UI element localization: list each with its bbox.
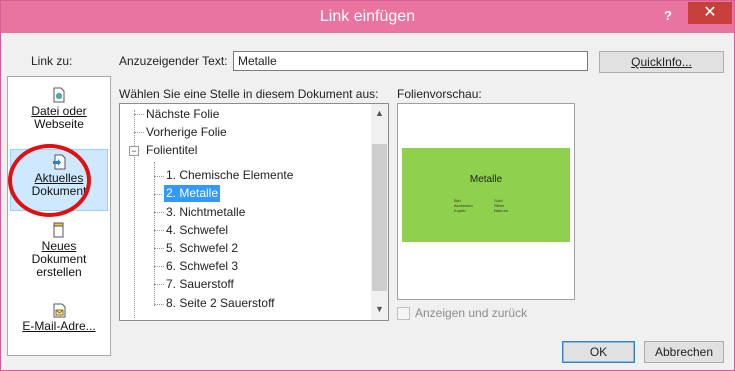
tree-item[interactable]: 1. Chemische Elemente xyxy=(166,167,293,184)
sidebar-item-label: Webseite xyxy=(34,117,84,131)
link-to-label: Link zu: xyxy=(31,54,73,68)
sidebar-item-new-document[interactable]: Neues Dokument erstellen xyxy=(10,222,108,282)
tree-item[interactable]: 6. Schwefel 3 xyxy=(166,258,238,275)
tree-item[interactable]: 3. Nichtmetalle xyxy=(166,204,245,221)
tree-item[interactable]: 5. Schwefel 2 xyxy=(166,240,238,257)
sidebar-item-email-address[interactable]: E-Mail-Adre... xyxy=(10,302,108,342)
tree-connector xyxy=(154,194,164,195)
scroll-up-icon[interactable]: ▲ xyxy=(371,108,388,122)
scrollbar-thumb[interactable] xyxy=(372,144,387,291)
tree-connector xyxy=(154,176,164,177)
cancel-button[interactable]: Abbrechen xyxy=(644,341,724,363)
tree-item-selected[interactable]: 2. Metalle xyxy=(162,184,222,203)
email-icon xyxy=(53,303,66,318)
tree-connector xyxy=(154,304,164,305)
collapse-expander[interactable]: − xyxy=(129,146,139,156)
tree-label: Wählen Sie eine Stelle in diesem Dokumen… xyxy=(119,87,379,101)
tree-item[interactable]: Vorherige Folie xyxy=(146,124,227,141)
tree-item[interactable]: 4. Schwefel xyxy=(166,222,228,239)
sidebar-item-label: E-Mail-Adre... xyxy=(22,319,96,333)
tree-connector xyxy=(134,132,144,133)
document-location-tree[interactable]: Nächste Folie Vorherige Folie − Folienti… xyxy=(119,103,389,321)
sidebar-item-label: erstellen xyxy=(36,265,82,279)
slide-bullet: Natrium xyxy=(494,208,509,213)
ok-button[interactable]: OK xyxy=(562,341,635,363)
slide-preview: Metalle Blei Aluminium Kupfer Gold Silbe… xyxy=(397,103,575,300)
tree-connector xyxy=(154,266,164,267)
close-button[interactable]: ✕ xyxy=(688,2,732,24)
slide-bullet: Kupfer xyxy=(454,208,466,213)
show-and-return-checkbox[interactable] xyxy=(397,307,410,320)
dialog-title: Link einfügen xyxy=(319,8,416,25)
tree-item[interactable]: 8. Seite 2 Sauerstoff xyxy=(166,295,275,312)
sidebar-item-file-or-webpage[interactable]: Datei oder Webseite xyxy=(10,87,108,137)
tree-connector xyxy=(154,212,164,213)
slide-preview-label: Folienvorschau: xyxy=(397,87,482,101)
display-text-input[interactable]: Metalle xyxy=(233,51,588,71)
sidebar-item-label: Datei oder xyxy=(31,104,87,118)
help-button[interactable]: ? xyxy=(658,7,678,25)
scroll-down-icon[interactable]: ▼ xyxy=(371,304,388,318)
tree-scrollbar[interactable]: ▲ ▼ xyxy=(371,104,388,320)
quickinfo-label: QuickInfo... xyxy=(631,55,692,69)
tree-connector xyxy=(134,114,144,115)
display-text-label: Anzuzeigender Text: xyxy=(119,54,228,68)
slide-thumbnail: Metalle Blei Aluminium Kupfer Gold Silbe… xyxy=(402,148,570,242)
quickinfo-button[interactable]: QuickInfo... xyxy=(599,51,724,73)
sidebar-item-label: Dokument xyxy=(31,252,87,266)
highlight-circle-annotation xyxy=(8,144,91,217)
tree-item[interactable]: Folientitel xyxy=(146,142,197,159)
tree-connector xyxy=(134,110,135,318)
globe-document-icon xyxy=(53,87,65,103)
tree-connector xyxy=(154,248,164,249)
tree-item[interactable]: 7. Sauerstoff xyxy=(166,276,234,293)
tree-connector xyxy=(154,284,164,285)
tree-item[interactable]: Nächste Folie xyxy=(146,106,219,123)
title-bar[interactable]: Link einfügen ? ✕ xyxy=(1,1,734,33)
tree-connector xyxy=(154,230,164,231)
insert-link-dialog: Link einfügen ? ✕ Link zu: Datei oder We… xyxy=(0,0,735,371)
show-and-return-label: Anzeigen und zurück xyxy=(415,306,528,320)
sidebar-item-label: Neues xyxy=(41,239,77,253)
slide-title: Metalle xyxy=(469,174,503,185)
new-document-icon xyxy=(53,222,64,238)
